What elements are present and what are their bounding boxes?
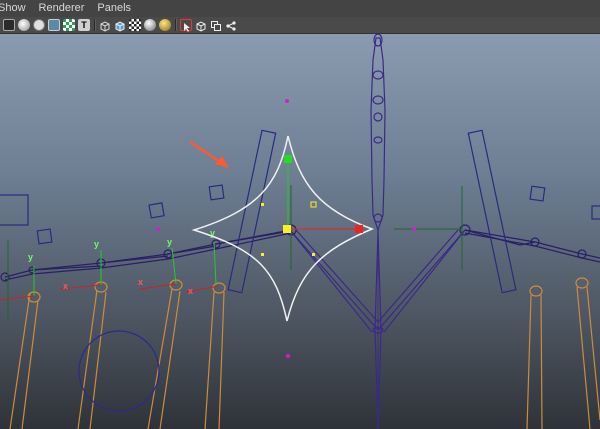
x-move-handle[interactable]	[355, 225, 363, 233]
text-label-icon[interactable]: T	[78, 19, 90, 31]
y-axis-label: y	[28, 252, 33, 262]
spine-column	[370, 34, 386, 429]
menu-panels[interactable]: Panels	[97, 0, 131, 17]
left-bone-chain	[0, 224, 297, 282]
annotation-arrow	[189, 140, 229, 168]
box-icon[interactable]	[48, 19, 60, 31]
flat-sphere-icon[interactable]	[33, 19, 45, 31]
menu-show[interactable]: Show	[0, 0, 26, 17]
select-arrow-icon[interactable]	[180, 19, 192, 32]
x-axis-label: x	[63, 281, 68, 291]
y-axis-label: y	[167, 237, 172, 247]
control-curves	[0, 129, 600, 412]
wire-cube-icon[interactable]	[99, 19, 111, 32]
pivot-point	[261, 253, 264, 256]
joint-axes	[0, 185, 463, 320]
pivot-point	[312, 253, 315, 256]
toolbar-separator	[175, 19, 177, 31]
right-bone-chain	[459, 224, 600, 263]
leg-bones	[9, 277, 600, 429]
copy-icon[interactable]	[210, 19, 222, 31]
center-move-handle[interactable]	[283, 225, 291, 233]
y-move-handle[interactable]	[284, 155, 292, 163]
toolbar-separator	[94, 19, 96, 31]
viewport-3d[interactable]: y y y y x x x	[0, 34, 600, 429]
gold-sphere-icon[interactable]	[159, 19, 171, 31]
smooth-sphere-icon[interactable]	[18, 19, 30, 31]
checker-icon[interactable]	[63, 19, 75, 31]
menu-renderer[interactable]: Renderer	[39, 0, 85, 17]
axis-labels: y y y y x x x	[28, 228, 215, 296]
pivot-point	[261, 203, 264, 206]
y-axis-label: y	[94, 239, 99, 249]
menu-bar: Show Renderer Panels	[0, 0, 600, 17]
checker-cube-icon[interactable]	[129, 19, 141, 31]
x-axis-label: x	[188, 286, 193, 296]
viewport-toolbar: T	[0, 17, 600, 34]
sphere-light-icon[interactable]	[144, 19, 156, 31]
x-axis-label: x	[138, 277, 143, 287]
shaded-cube-icon[interactable]	[114, 19, 126, 32]
plane-handle[interactable]	[310, 201, 317, 208]
viewport-scene: y y y y x x x	[0, 34, 600, 429]
wire-sphere-icon[interactable]	[3, 19, 15, 31]
node-share-icon[interactable]	[225, 19, 237, 31]
cube-outline-icon[interactable]	[195, 19, 207, 32]
